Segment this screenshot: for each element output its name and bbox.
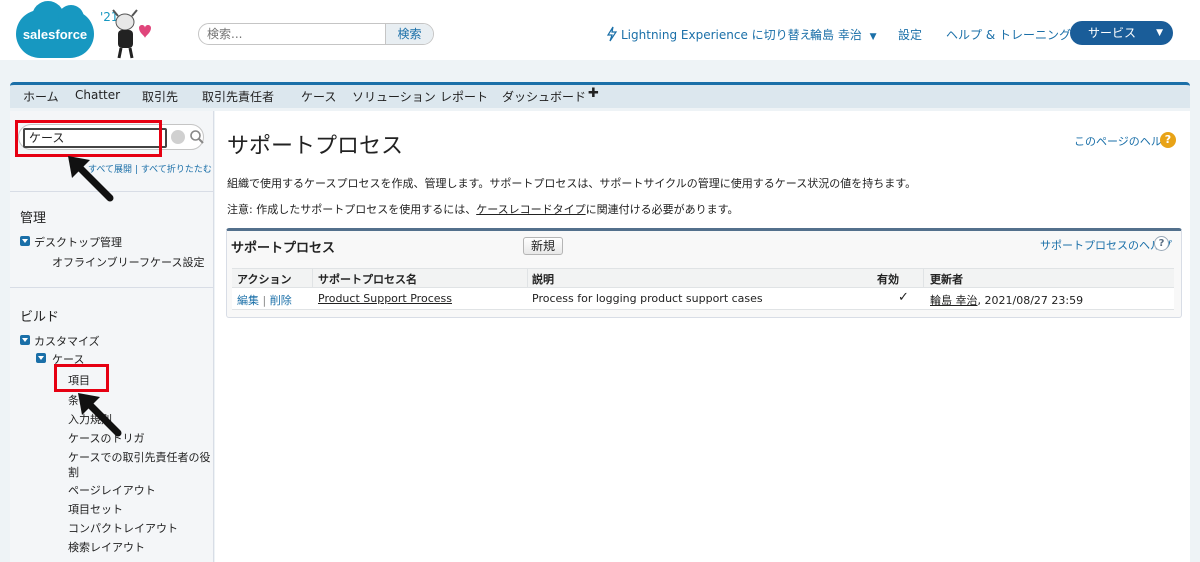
tab-chatter[interactable]: Chatter: [75, 88, 120, 102]
row-actions: 編集 | 削除: [237, 292, 292, 308]
sidebar-item-field-sets[interactable]: 項目セット: [68, 501, 123, 517]
updated-at: , 2021/08/27 23:59: [977, 294, 1084, 307]
column-header-action: アクション: [237, 273, 292, 286]
help-icon[interactable]: ?: [1154, 236, 1169, 251]
add-tab-icon[interactable]: ✚: [588, 86, 599, 101]
collapse-toggle-icon[interactable]: [36, 353, 46, 363]
help-training-link[interactable]: ヘルプ & トレーニング: [946, 26, 1071, 43]
column-divider: [923, 268, 924, 288]
salesforce-logo[interactable]: salesforce: [16, 1, 94, 58]
collapse-all-link[interactable]: すべて折りたたむ: [141, 165, 212, 175]
active-check-icon: ✓: [898, 290, 909, 305]
sidebar-item-search-layouts[interactable]: 検索レイアウト: [68, 539, 145, 555]
support-process-description: Process for logging product support case…: [532, 292, 763, 305]
panel-title: サポートプロセス: [231, 241, 336, 256]
logo-text: salesforce: [22, 27, 88, 42]
collapse-toggle-icon[interactable]: [20, 236, 30, 246]
collapse-toggle-icon[interactable]: [20, 335, 30, 345]
tab-bar: [10, 82, 1190, 108]
tab-reports[interactable]: レポート: [440, 88, 488, 105]
tab-cases[interactable]: ケース: [301, 88, 336, 105]
sidebar-item-compact-layouts[interactable]: コンパクトレイアウト: [68, 520, 178, 536]
tab-accounts[interactable]: 取引先: [142, 88, 178, 105]
sidebar-item-contact-roles-cont[interactable]: 割: [68, 464, 79, 480]
updated-by-cell: 輪島 幸治, 2021/08/27 23:59: [930, 292, 1083, 308]
lightning-bolt-icon: [606, 26, 618, 42]
mascot-icon: [112, 9, 151, 59]
tab-contacts[interactable]: 取引先責任者: [202, 88, 274, 105]
global-search: 検索: [198, 23, 434, 45]
delete-link[interactable]: 削除: [270, 294, 292, 307]
help-icon[interactable]: ?: [1160, 132, 1176, 148]
page-note: 注意: 作成したサポートプロセスを使用するには、ケースレコードタイプに関連付ける…: [227, 201, 739, 217]
app-switcher-button[interactable]: サービス ▼: [1070, 21, 1173, 45]
column-header-name: サポートプロセス名: [318, 273, 417, 286]
global-header: salesforce '21 検索 Lightning Experience に…: [0, 0, 1200, 80]
panel-help-link[interactable]: サポートプロセスのヘルプ: [1040, 237, 1172, 253]
column-divider: [312, 268, 313, 288]
global-search-input[interactable]: [199, 24, 385, 44]
tab-solutions[interactable]: ソリューション: [352, 88, 436, 105]
column-header-active: 有効: [877, 273, 899, 286]
user-menu[interactable]: 輪島 幸治 ▼: [810, 26, 877, 43]
section-admin: 管理: [20, 211, 47, 226]
link-separator: |: [134, 165, 138, 175]
tab-home[interactable]: ホーム: [23, 88, 59, 105]
edit-link[interactable]: 編集: [237, 294, 259, 307]
action-separator: |: [262, 294, 267, 307]
app-switcher-label: サービス: [1088, 26, 1137, 40]
column-header-description: 説明: [532, 273, 554, 286]
note-suffix: に関連付ける必要があります。: [585, 203, 739, 216]
page-description: 組織で使用するケースプロセスを作成、管理します。サポートプロセスは、サポートサイ…: [227, 177, 917, 190]
tab-dashboards[interactable]: ダッシュボード: [502, 88, 586, 105]
note-prefix: 注意: 作成したサポートプロセスを使用するには、: [227, 203, 477, 216]
new-button[interactable]: 新規: [523, 237, 563, 255]
updated-by-user-link[interactable]: 輪島 幸治: [930, 294, 978, 307]
chevron-down-icon: ▼: [869, 32, 877, 42]
pointer-arrow-icon: [78, 393, 122, 437]
setup-link[interactable]: 設定: [898, 26, 922, 43]
chevron-down-icon: ▼: [1156, 28, 1163, 38]
sidebar-item-page-layouts[interactable]: ページレイアウト: [68, 482, 156, 498]
sidebar-item-offline-briefcase[interactable]: オフラインブリーフケース設定: [52, 254, 204, 270]
column-divider: [527, 268, 528, 288]
case-record-type-link[interactable]: ケースレコードタイプ: [476, 203, 585, 216]
user-name: 輪島 幸治: [810, 28, 862, 42]
page-help-link[interactable]: このページのヘルプ: [1074, 133, 1173, 149]
page-title: サポートプロセス: [227, 134, 404, 159]
support-process-name-link[interactable]: Product Support Process: [318, 292, 452, 305]
sidebar-item-customize[interactable]: カスタマイズ: [34, 333, 100, 349]
section-build: ビルド: [20, 310, 60, 325]
sidebar-item-desktop-admin[interactable]: デスクトップ管理: [34, 234, 122, 250]
search-icon[interactable]: [189, 129, 205, 145]
sidebar-divider: [10, 287, 214, 288]
column-header-updated-by: 更新者: [930, 273, 963, 286]
sidebar-item-contact-roles[interactable]: ケースでの取引先責任者の役: [68, 449, 210, 465]
clear-icon[interactable]: [171, 130, 185, 144]
pointer-arrow-icon: [68, 156, 114, 202]
switch-to-lightning-link[interactable]: Lightning Experience に切り替え: [621, 26, 812, 43]
global-search-button[interactable]: 検索: [385, 24, 433, 44]
